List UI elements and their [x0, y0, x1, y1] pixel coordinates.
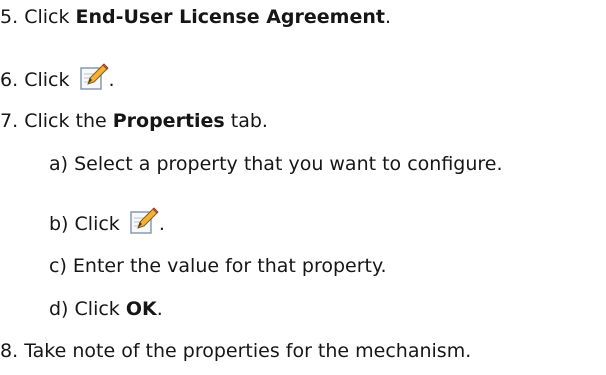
substep-c: c) Enter the value for that property. — [49, 253, 387, 279]
step-6: 6. Click . — [0, 62, 115, 93]
step-5: 5. Click End-User License Agreement. — [0, 4, 391, 30]
substep-number: c) — [49, 255, 67, 277]
ui-element-name: End-User License Agreement — [75, 6, 385, 28]
step-text: Click — [24, 6, 76, 28]
substep-b: b) Click . — [49, 206, 165, 237]
step-7: 7. Click the Properties tab. — [0, 108, 268, 134]
substep-text: Click — [74, 298, 126, 320]
substep-number: b) — [49, 213, 69, 235]
step-number: 5. — [0, 6, 19, 28]
substep-text: Enter the value for that property. — [72, 255, 387, 277]
substep-text-end: . — [156, 298, 163, 320]
step-text: Take note of the properties for the mech… — [24, 340, 472, 362]
edit-pencil-icon — [79, 62, 109, 92]
substep-number: a) — [49, 153, 69, 175]
edit-pencil-icon — [129, 206, 159, 236]
step-8: 8. Take note of the properties for the m… — [0, 338, 471, 364]
step-text: Click — [24, 69, 76, 91]
substep-text-end: . — [158, 213, 165, 235]
substep-number: d) — [49, 298, 69, 320]
step-text-end: tab. — [224, 110, 268, 132]
substep-d: d) Click OK. — [49, 296, 163, 322]
step-text: Click the — [24, 110, 113, 132]
step-text-end: . — [108, 69, 115, 91]
step-number: 6. — [0, 69, 19, 91]
substep-a: a) Select a property that you want to co… — [49, 151, 503, 177]
ui-element-name: OK — [125, 298, 157, 320]
ui-element-name: Properties — [112, 110, 225, 132]
step-text-end: . — [384, 6, 392, 28]
step-number: 8. — [0, 340, 19, 362]
substep-text: Select a property that you want to confi… — [74, 153, 503, 175]
step-number: 7. — [0, 110, 19, 132]
substep-text: Click — [74, 213, 126, 235]
